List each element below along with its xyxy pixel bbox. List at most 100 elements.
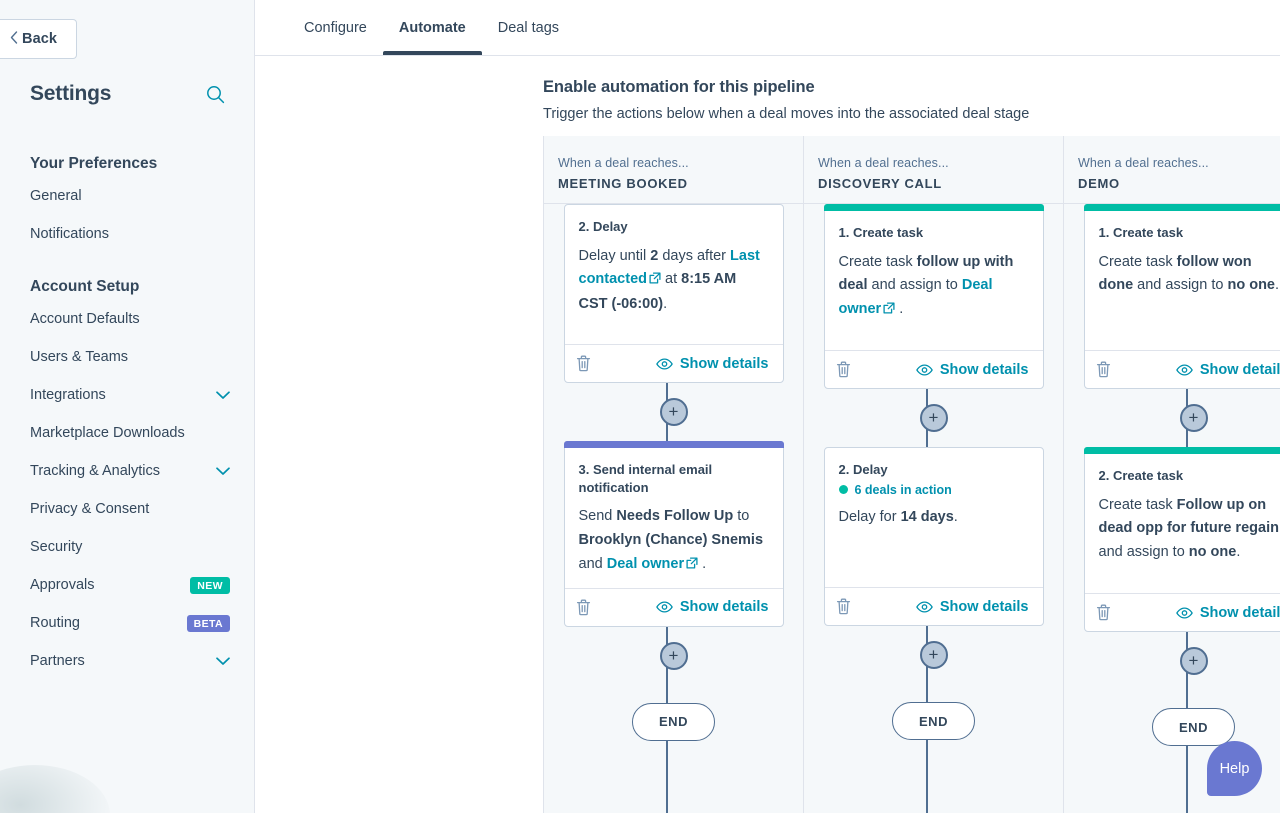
- tab-deal-tags[interactable]: Deal tags: [482, 0, 575, 55]
- tab-automate[interactable]: Automate: [383, 0, 482, 55]
- show-details-button[interactable]: Show details: [916, 362, 1029, 378]
- trash-icon[interactable]: [836, 598, 851, 615]
- connector-segment: +: [544, 627, 803, 685]
- show-details-button[interactable]: Show details: [1176, 605, 1280, 621]
- tab-label: Automate: [399, 20, 466, 36]
- card-body: 2. Delay6 deals in actionDelay for 14 da…: [825, 448, 1043, 587]
- sidebar-item-general[interactable]: General: [30, 177, 230, 215]
- search-icon[interactable]: [206, 85, 225, 104]
- show-details-label: Show details: [680, 599, 769, 615]
- stage-column: When a deal reaches... DISCOVERY CALL 1. C…: [803, 136, 1063, 813]
- add-action-button[interactable]: +: [660, 398, 688, 426]
- eye-icon: [656, 358, 673, 370]
- sidebar-item-security[interactable]: Security: [30, 528, 230, 566]
- sidebar-item-integrations[interactable]: Integrations: [30, 376, 230, 414]
- card-property-link[interactable]: Deal owner: [607, 556, 684, 572]
- add-action-button[interactable]: +: [1180, 647, 1208, 675]
- add-action-button[interactable]: +: [920, 404, 948, 432]
- trash-icon[interactable]: [576, 355, 591, 372]
- external-link-icon[interactable]: [686, 554, 698, 578]
- connector-segment: +: [1064, 632, 1280, 690]
- main-content: Configure Automate Deal tags Enable auto…: [255, 0, 1280, 813]
- workflow-end-button[interactable]: END: [632, 703, 715, 741]
- automation-action-card[interactable]: 2. Delay6 deals in actionDelay for 14 da…: [824, 447, 1044, 626]
- sidebar-item-approvals[interactable]: Approvals NEW: [30, 566, 230, 604]
- chevron-down-icon: [216, 467, 230, 476]
- card-description: Send Needs Follow Up to Brooklyn (Chance…: [579, 505, 769, 578]
- settings-sidebar: Back Settings Your Preferences General N…: [0, 0, 255, 813]
- tab-label: Deal tags: [498, 20, 559, 36]
- show-details-button[interactable]: Show details: [656, 599, 769, 615]
- chevron-down-icon: [216, 657, 230, 666]
- deals-in-action-badge[interactable]: 6 deals in action: [839, 483, 1029, 497]
- tab-configure[interactable]: Configure: [288, 0, 383, 55]
- workflow-end-label: END: [1179, 720, 1208, 735]
- automation-header: Enable automation for this pipeline Trig…: [255, 56, 1280, 122]
- sidebar-item-notifications[interactable]: Notifications: [30, 215, 230, 253]
- sidebar-item-users-and-teams[interactable]: Users & Teams: [30, 338, 230, 376]
- workflow-end-button[interactable]: END: [892, 702, 975, 740]
- show-details-button[interactable]: Show details: [656, 356, 769, 372]
- stage-column: When a deal reaches...DEMO1. Create task…: [1063, 136, 1280, 813]
- trash-icon[interactable]: [1096, 361, 1111, 378]
- trash-icon[interactable]: [576, 599, 591, 616]
- settings-header: Settings: [30, 82, 225, 106]
- stage-name: MEETING BOOKED: [558, 176, 803, 191]
- back-button[interactable]: Back: [0, 19, 77, 59]
- stage-name: DEMO: [1078, 176, 1280, 191]
- trash-icon[interactable]: [1096, 604, 1111, 621]
- sidebar-item-label: Partners: [30, 653, 85, 669]
- add-action-button[interactable]: +: [1180, 404, 1208, 432]
- add-action-button[interactable]: +: [920, 641, 948, 669]
- card-body: 1. Create taskCreate task follow up with…: [825, 211, 1043, 350]
- show-details-label: Show details: [940, 599, 1029, 615]
- workflow-end-label: END: [919, 714, 948, 729]
- card-accent-bar: [564, 441, 784, 448]
- card-accent-bar: [824, 204, 1044, 211]
- sidebar-item-label: Tracking & Analytics: [30, 463, 160, 479]
- workflow-end-segment: END: [544, 685, 803, 741]
- automation-board: When a deal reaches... MEETING BOOKED 2. D…: [543, 136, 1280, 813]
- stage-trigger-label: When a deal reaches...: [558, 156, 803, 170]
- show-details-label: Show details: [1200, 362, 1280, 378]
- sidebar-item-privacy-and-consent[interactable]: Privacy & Consent: [30, 490, 230, 528]
- sidebar-item-account-defaults[interactable]: Account Defaults: [30, 300, 230, 338]
- automation-action-card[interactable]: 1. Create taskCreate task follow won don…: [1084, 204, 1280, 389]
- automation-action-card[interactable]: 2. DelayDelay until 2 days after Last co…: [564, 204, 784, 383]
- automation-action-card[interactable]: 3. Send internal email notificationSend …: [564, 441, 784, 627]
- sidebar-item-label: Security: [30, 539, 82, 555]
- add-action-button[interactable]: +: [660, 642, 688, 670]
- card-body: 3. Send internal email notificationSend …: [565, 448, 783, 588]
- back-button-label: Back: [22, 31, 57, 47]
- show-details-button[interactable]: Show details: [916, 599, 1029, 615]
- show-details-label: Show details: [1200, 605, 1280, 621]
- automation-action-card[interactable]: 1. Create taskCreate task follow up with…: [824, 204, 1044, 389]
- plus-icon: +: [669, 647, 679, 664]
- card-description: Create task follow up with deal and assi…: [839, 251, 1029, 324]
- external-link-icon[interactable]: [883, 299, 895, 323]
- automation-subtitle: Trigger the actions below when a deal mo…: [543, 106, 1280, 122]
- sidebar-item-label: Marketplace Downloads: [30, 425, 185, 441]
- connector-segment: +: [804, 626, 1063, 684]
- sidebar-item-tracking-and-analytics[interactable]: Tracking & Analytics: [30, 452, 230, 490]
- external-link-icon[interactable]: [649, 269, 661, 293]
- plus-icon: +: [929, 409, 939, 426]
- connector-segment: +: [1064, 389, 1280, 447]
- card-accent-bar: [1084, 447, 1280, 454]
- workflow-end-button[interactable]: END: [1152, 708, 1235, 746]
- nav-group-title-your-preferences: Your Preferences: [30, 155, 230, 173]
- show-details-label: Show details: [680, 356, 769, 372]
- automation-action-card[interactable]: 2. Create taskCreate task Follow up on d…: [1084, 447, 1280, 632]
- help-button[interactable]: Help: [1207, 741, 1262, 796]
- stage-trigger-label: When a deal reaches...: [818, 156, 1063, 170]
- connector-segment: +: [544, 383, 803, 441]
- sidebar-item-marketplace-downloads[interactable]: Marketplace Downloads: [30, 414, 230, 452]
- card-footer: Show details: [565, 588, 783, 626]
- trash-icon[interactable]: [836, 361, 851, 378]
- app-root: Back Settings Your Preferences General N…: [0, 0, 1280, 813]
- show-details-button[interactable]: Show details: [1176, 362, 1280, 378]
- stage-name: DISCOVERY CALL: [818, 176, 1063, 191]
- automation-title: Enable automation for this pipeline: [543, 78, 1280, 97]
- sidebar-item-routing[interactable]: Routing BETA: [30, 604, 230, 642]
- sidebar-item-partners[interactable]: Partners: [30, 642, 230, 680]
